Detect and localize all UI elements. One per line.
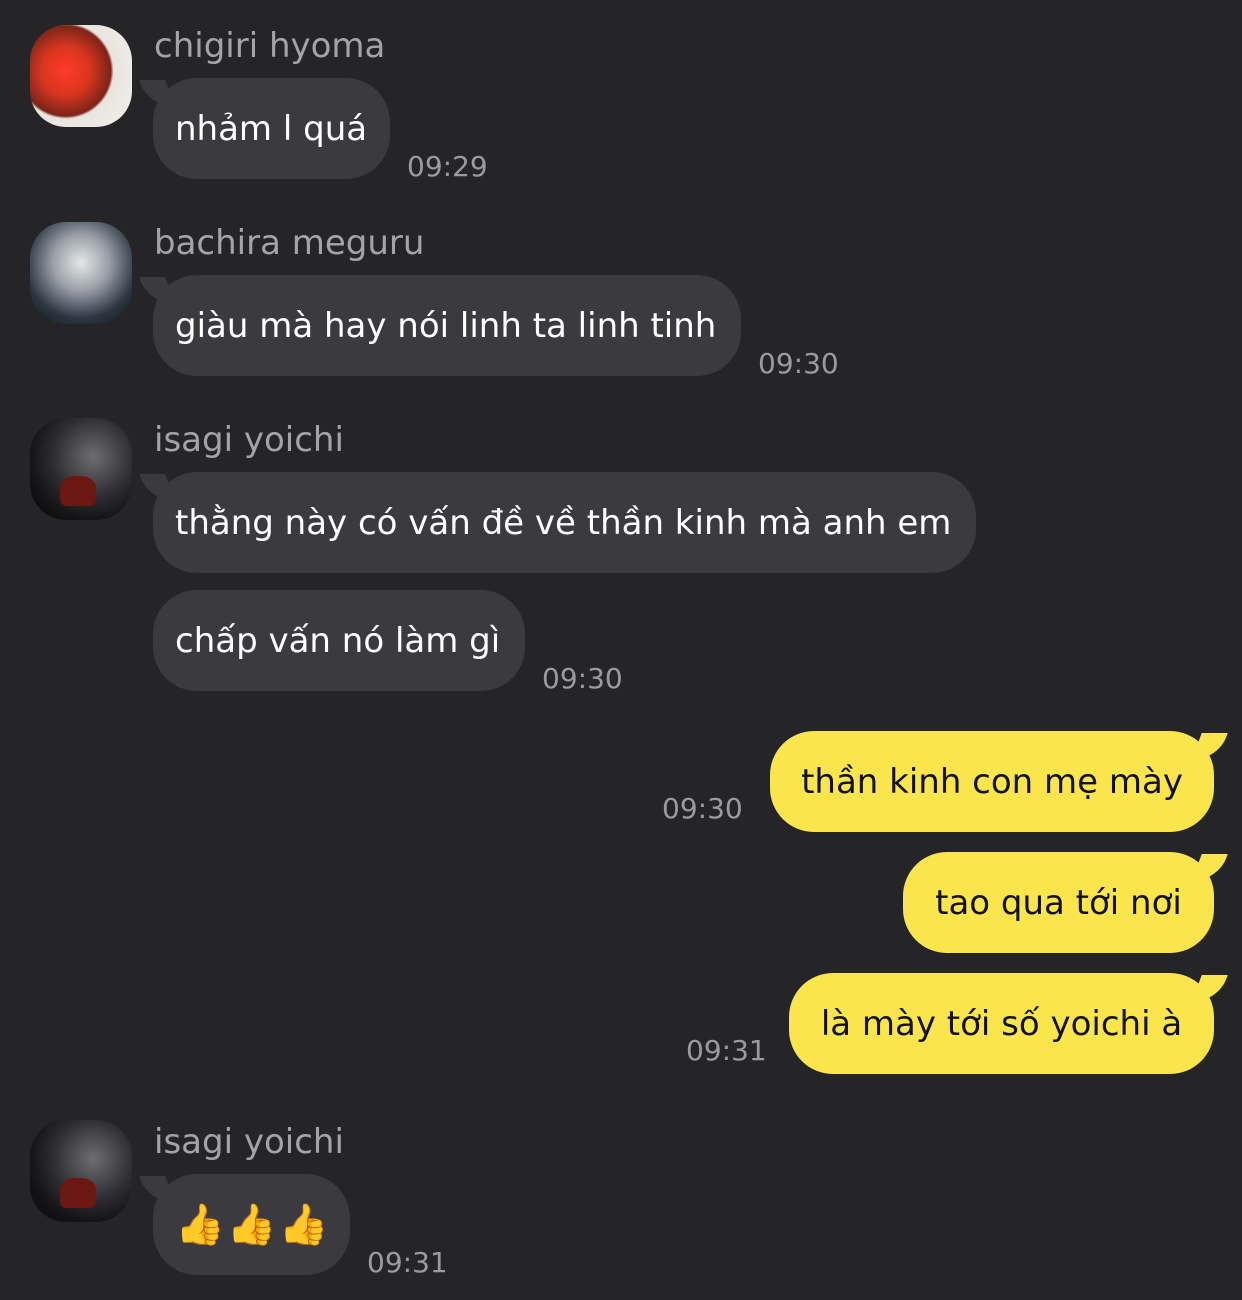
incoming-message-bubble[interactable]: chấp vấn nó làm gì xyxy=(153,590,525,691)
chigiri-avatar[interactable] xyxy=(30,25,132,127)
message-time: 09:31 xyxy=(686,1034,767,1067)
message-text: nhảm l quá xyxy=(175,108,368,149)
sender-name: bachira meguru xyxy=(154,223,425,263)
message-time: 09:29 xyxy=(407,150,488,183)
incoming-message-bubble[interactable]: giàu mà hay nói linh ta linh tinh xyxy=(153,275,741,376)
sender-name: chigiri hyoma xyxy=(154,26,386,66)
sender-name: isagi yoichi xyxy=(154,1122,344,1162)
thumbs-up-emoji: 👍👍👍 xyxy=(175,1201,331,1248)
message-text: thần kinh con mẹ mày xyxy=(801,761,1183,802)
isagi-avatar[interactable] xyxy=(30,418,132,520)
bachira-avatar[interactable] xyxy=(30,222,132,324)
incoming-message-bubble[interactable]: nhảm l quá xyxy=(153,78,390,179)
message-time: 09:30 xyxy=(542,662,623,695)
message-text: là mày tới số yoichi à xyxy=(820,1003,1183,1044)
message-text: chấp vấn nó làm gì xyxy=(175,620,501,661)
message-text: giàu mà hay nói linh ta linh tinh xyxy=(175,305,717,346)
sender-name: isagi yoichi xyxy=(154,420,344,460)
outgoing-message-bubble[interactable]: là mày tới số yoichi à xyxy=(789,973,1214,1074)
isagi-avatar[interactable] xyxy=(30,1120,132,1222)
outgoing-message-bubble[interactable]: tao qua tới nơi xyxy=(903,852,1214,953)
outgoing-message-bubble[interactable]: thần kinh con mẹ mày xyxy=(770,731,1214,832)
message-time: 09:30 xyxy=(758,347,839,380)
message-time: 09:30 xyxy=(662,792,743,825)
message-time: 09:31 xyxy=(367,1246,448,1279)
message-text: tao qua tới nơi xyxy=(935,882,1182,923)
message-text: thằng này có vấn đề về thần kinh mà anh … xyxy=(175,502,952,543)
incoming-message-bubble[interactable]: 👍👍👍 xyxy=(153,1174,350,1275)
incoming-message-bubble[interactable]: thằng này có vấn đề về thần kinh mà anh … xyxy=(153,472,976,573)
